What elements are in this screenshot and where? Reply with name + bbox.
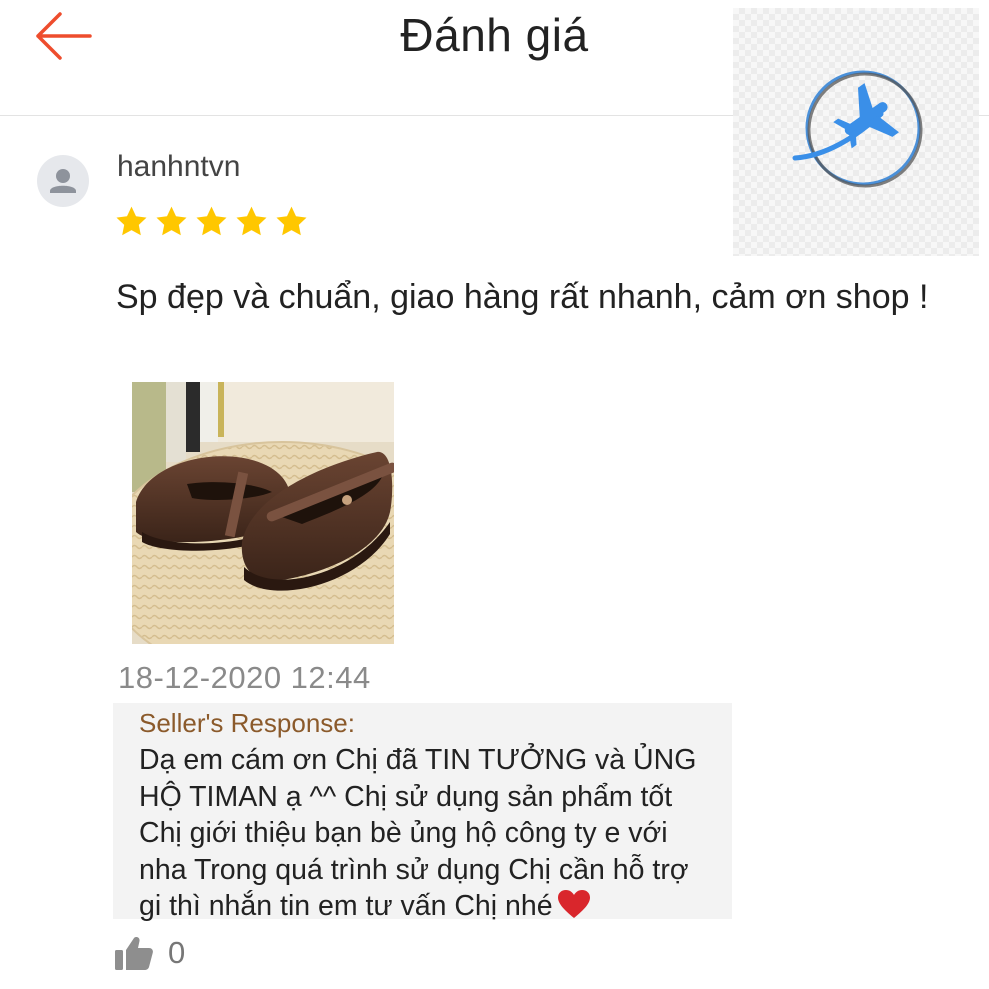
star-icon bbox=[196, 206, 227, 236]
reviewer-username[interactable]: hanhntvn bbox=[117, 150, 240, 184]
star-icon bbox=[236, 206, 267, 236]
seller-response-line: Chị giới thiệu bạn bè ủng hộ công ty e v… bbox=[139, 817, 668, 849]
like-count: 0 bbox=[168, 935, 186, 970]
review-timestamp: 18-12-2020 12:44 bbox=[118, 660, 371, 695]
airplane-logo-icon bbox=[792, 70, 923, 188]
thumbs-up-icon bbox=[115, 937, 153, 970]
seller-response: Seller's Response: Dạ em cám ơn Chị đã T… bbox=[113, 703, 732, 922]
star-icon bbox=[276, 206, 307, 236]
review-photo[interactable] bbox=[132, 382, 394, 644]
seller-response-line: HỘ TIMAN ạ ^^ Chị sử dụng sản phẩm tốt bbox=[139, 780, 673, 813]
heart-icon bbox=[557, 890, 590, 918]
seller-response-title: Seller's Response: bbox=[139, 708, 355, 738]
like-button[interactable]: 0 bbox=[114, 935, 185, 971]
avatar[interactable] bbox=[37, 155, 89, 207]
review-comment: Sp đẹp và chuẩn, giao hàng rất nhanh, cả… bbox=[116, 278, 929, 316]
product-photo-shoes bbox=[132, 382, 394, 644]
rating-stars bbox=[114, 204, 309, 239]
seller-response-line: Dạ em cám ơn Chị đã TIN TƯỞNG và ỦNG bbox=[139, 744, 697, 776]
seller-response-text: Dạ em cám ơn Chị đã TIN TƯỞNG và ỦNG HỘ … bbox=[139, 742, 722, 925]
seller-response-line: nha Trong quá trình sử dụng Chị cần hỗ t… bbox=[139, 853, 689, 886]
seller-response-line: gi thì nhắn tin em tư vấn Chị nhé bbox=[139, 890, 553, 922]
user-icon bbox=[50, 169, 76, 193]
star-icon bbox=[116, 206, 147, 236]
watermark-logo bbox=[733, 8, 979, 256]
star-icon bbox=[156, 206, 187, 236]
